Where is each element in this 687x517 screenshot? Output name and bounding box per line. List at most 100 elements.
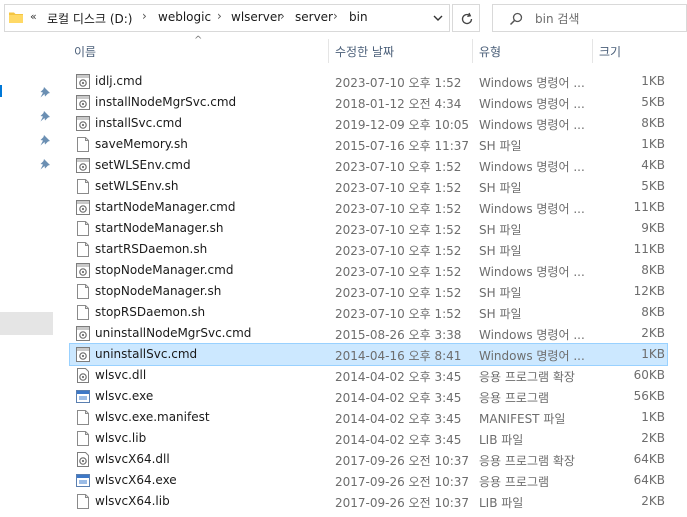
file-date: 2017-09-26 오전 10:37	[335, 496, 470, 510]
cmd-file-icon	[75, 115, 91, 132]
breadcrumb-separator-icon[interactable]: ›	[142, 9, 147, 23]
file-row[interactable]: stopRSDaemon.sh 2023-07-10 오후 1:52 SH 파일 8K…	[70, 302, 667, 323]
column-divider[interactable]	[328, 39, 329, 63]
pin-icon[interactable]	[39, 110, 51, 122]
file-name: wlsvcX64.dll	[95, 452, 170, 466]
breadcrumb-local-disk[interactable]: 로컬 디스크 (D:)	[47, 10, 132, 27]
refresh-button[interactable]	[452, 4, 480, 32]
column-header-size[interactable]: 크기	[599, 43, 621, 60]
file-type: Windows 명령어 ...	[479, 76, 585, 90]
breadcrumb-weblogic[interactable]: weblogic	[158, 10, 211, 24]
dll-file-icon	[75, 451, 91, 468]
column-header-name[interactable]: 이름	[74, 43, 96, 60]
file-size: 8KB	[641, 305, 665, 319]
file-row[interactable]: stopNodeManager.cmd 2023-07-10 오후 1:52 Win…	[70, 260, 667, 281]
file-type: SH 파일	[479, 307, 522, 321]
breadcrumb-server[interactable]: server	[295, 10, 333, 24]
search-box[interactable]: bin 검색	[492, 4, 687, 32]
chevron-down-icon[interactable]	[431, 11, 445, 25]
search-placeholder: bin 검색	[535, 12, 580, 26]
file-name: installSvc.cmd	[95, 116, 182, 130]
file-size: 2KB	[641, 494, 665, 508]
file-row[interactable]: wlsvc.exe.manifest 2014-04-02 오후 3:45 MANI…	[70, 407, 667, 428]
file-size: 5KB	[641, 95, 665, 109]
file-name: wlsvcX64.lib	[95, 494, 170, 508]
cmd-file-icon	[75, 199, 91, 216]
cmd-file-icon	[75, 325, 91, 342]
folder-icon	[9, 12, 23, 23]
nav-selected-item[interactable]	[0, 312, 53, 335]
file-name: startRSDaemon.sh	[95, 242, 208, 256]
file-name: setWLSEnv.cmd	[95, 158, 191, 172]
breadcrumb-overflow-icon[interactable]: «	[30, 10, 37, 23]
breadcrumb-separator-icon[interactable]: ›	[333, 9, 338, 23]
file-row[interactable]: startNodeManager.cmd 2023-07-10 오후 1:52 Wi…	[70, 197, 667, 218]
file-size: 1KB	[641, 410, 665, 424]
file-date: 2017-09-26 오전 10:37	[335, 475, 470, 489]
file-row[interactable]: saveMemory.sh 2015-07-16 오후 11:37 SH 파일 1KB	[70, 134, 667, 155]
blank-file-icon	[75, 241, 91, 258]
file-type: LIB 파일	[479, 433, 524, 447]
column-divider[interactable]	[472, 39, 473, 63]
cmd-file-icon	[75, 157, 91, 174]
file-name: wlsvc.dll	[95, 368, 147, 382]
column-divider[interactable]	[592, 39, 593, 63]
file-row[interactable]: wlsvc.dll 2014-04-02 오후 3:45 응용 프로그램 확장 60K…	[70, 365, 667, 386]
breadcrumb-separator-icon[interactable]: ›	[217, 9, 222, 23]
file-name: installNodeMgrSvc.cmd	[95, 95, 237, 109]
file-date: 2014-04-02 오후 3:45	[335, 412, 462, 426]
file-date: 2023-07-10 오후 1:52	[335, 244, 462, 258]
file-date: 2023-07-10 오후 1:52	[335, 76, 462, 90]
file-row[interactable]: stopNodeManager.sh 2023-07-10 오후 1:52 SH 파…	[70, 281, 667, 302]
file-row[interactable]: installSvc.cmd 2019-12-09 오후 10:05 Windows…	[70, 113, 667, 134]
file-row[interactable]: startRSDaemon.sh 2023-07-10 오후 1:52 SH 파일 1…	[70, 239, 667, 260]
file-row[interactable]: startNodeManager.sh 2023-07-10 오후 1:52 SH …	[70, 218, 667, 239]
file-type: 응용 프로그램 확장	[479, 454, 575, 468]
column-header-type[interactable]: 유형	[479, 43, 501, 60]
pin-icon[interactable]	[39, 158, 51, 170]
file-type: Windows 명령어 ...	[479, 97, 585, 111]
file-size: 1KB	[641, 347, 665, 361]
file-name: uninstallSvc.cmd	[95, 347, 198, 361]
file-type: 응용 프로그램	[479, 391, 550, 405]
file-row[interactable]: idlj.cmd 2023-07-10 오후 1:52 Windows 명령어 ..…	[70, 71, 667, 92]
file-type: Windows 명령어 ...	[479, 160, 585, 174]
file-date: 2014-04-02 오후 3:45	[335, 391, 462, 405]
file-row[interactable]: uninstallSvc.cmd 2014-04-16 오후 8:41 Window…	[69, 343, 668, 366]
file-date: 2014-04-16 오후 8:41	[335, 349, 462, 363]
file-name: startNodeManager.cmd	[95, 200, 236, 214]
breadcrumb-separator-icon[interactable]: ›	[280, 9, 285, 23]
file-row[interactable]: wlsvcX64.dll 2017-09-26 오전 10:37 응용 프로그램 확…	[70, 449, 667, 470]
pin-icon[interactable]	[39, 134, 51, 146]
file-size: 64KB	[633, 452, 665, 466]
file-date: 2018-01-12 오전 4:34	[335, 97, 462, 111]
file-name: wlsvc.exe	[95, 389, 154, 403]
file-row[interactable]: wlsvcX64.exe 2017-09-26 오전 10:37 응용 프로그램 64…	[70, 470, 667, 491]
file-row[interactable]: wlsvc.exe 2014-04-02 오후 3:45 응용 프로그램 56KB	[70, 386, 667, 407]
navigation-pane[interactable]	[0, 37, 60, 517]
refresh-icon	[461, 12, 473, 25]
file-date: 2014-04-02 오후 3:45	[335, 433, 462, 447]
dll-file-icon	[75, 367, 91, 384]
file-row[interactable]: wlsvc.lib 2014-04-02 오후 3:45 LIB 파일 2KB	[70, 428, 667, 449]
blank-file-icon	[75, 493, 91, 510]
file-row[interactable]: installNodeMgrSvc.cmd 2018-01-12 오전 4:34 W…	[70, 92, 667, 113]
file-name: stopRSDaemon.sh	[95, 305, 206, 319]
file-name: wlsvc.lib	[95, 431, 147, 445]
file-row[interactable]: wlsvcX64.lib 2017-09-26 오전 10:37 LIB 파일 2KB	[70, 491, 667, 512]
file-size: 8KB	[641, 116, 665, 130]
file-size: 9KB	[641, 221, 665, 235]
file-row[interactable]: setWLSEnv.sh 2023-07-10 오후 1:52 SH 파일 5KB	[70, 176, 667, 197]
file-date: 2023-07-10 오후 1:52	[335, 265, 462, 279]
file-size: 2KB	[641, 326, 665, 340]
address-bar[interactable]: « 로컬 디스크 (D:) › weblogic › wlserver › se…	[4, 4, 450, 32]
file-name: saveMemory.sh	[95, 137, 188, 151]
column-header-date[interactable]: 수정한 날짜	[335, 43, 394, 60]
breadcrumb-bin[interactable]: bin	[349, 10, 368, 24]
file-row[interactable]: uninstallNodeMgrSvc.cmd 2015-08-26 오후 3:3…	[70, 323, 667, 344]
pin-icon[interactable]	[39, 86, 51, 98]
file-row[interactable]: setWLSEnv.cmd 2023-07-10 오후 1:52 Windows 명…	[70, 155, 667, 176]
file-type: MANIFEST 파일	[479, 412, 566, 426]
breadcrumb-wlserver[interactable]: wlserver	[231, 10, 282, 24]
file-type: SH 파일	[479, 286, 522, 300]
